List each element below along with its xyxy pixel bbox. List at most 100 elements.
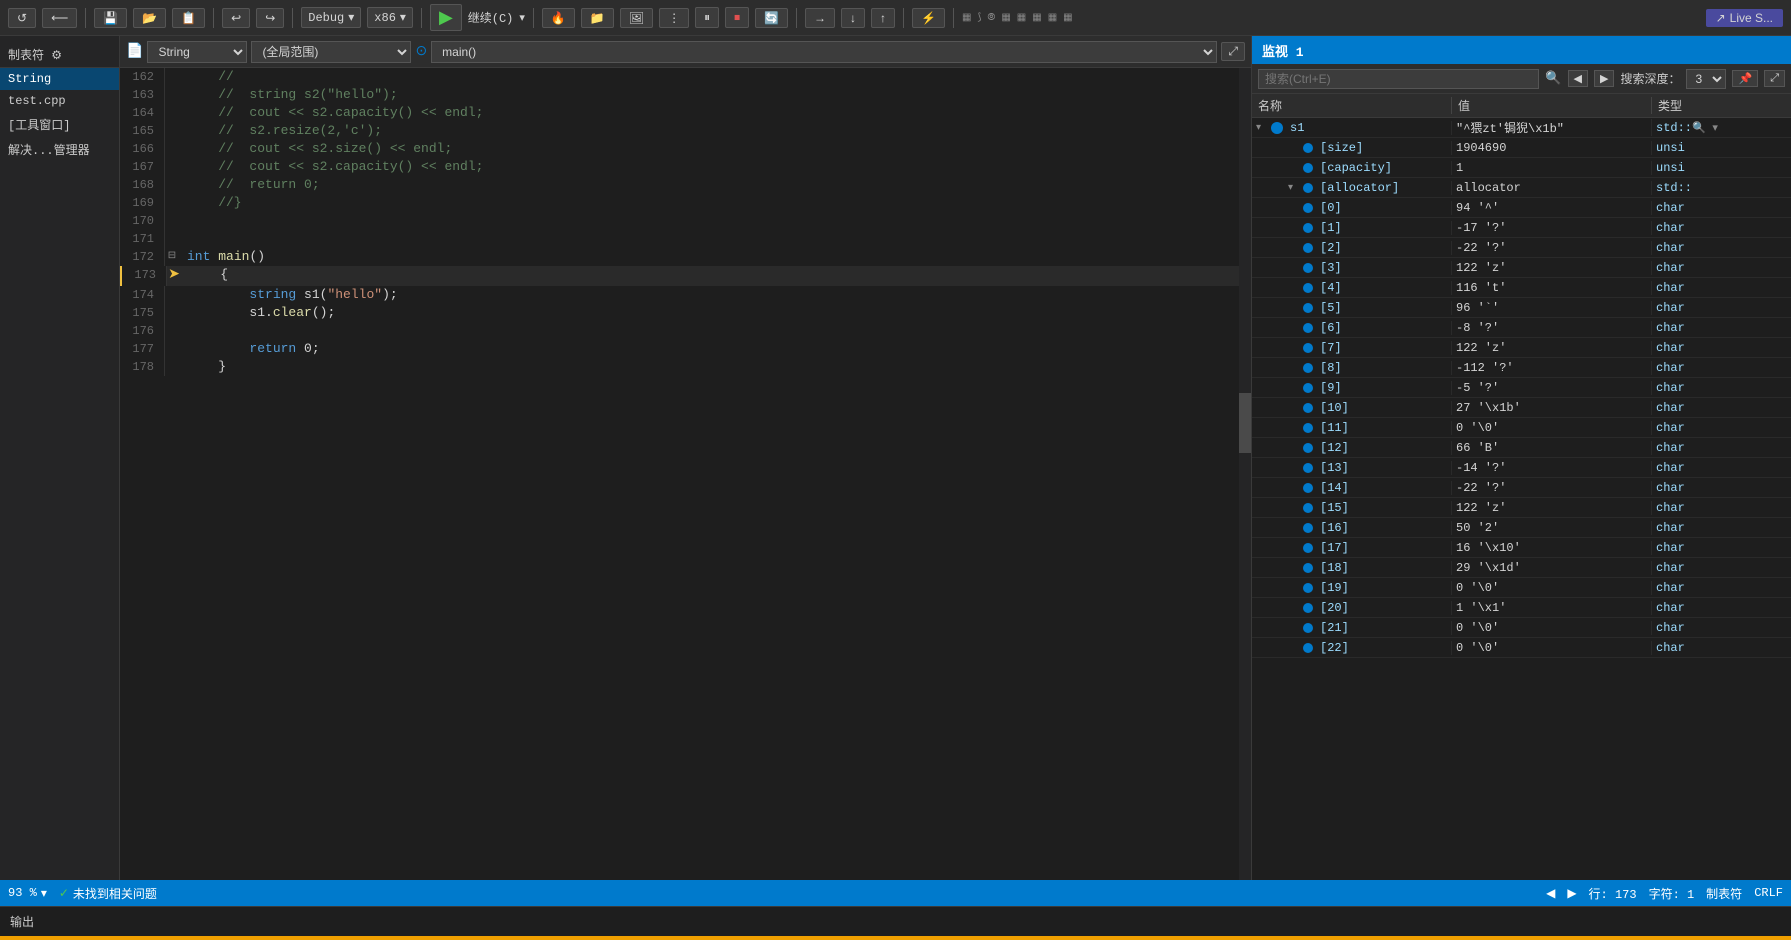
more-tools-btn[interactable]: ⚡ [912,8,945,28]
watch-row-search-icon-0[interactable]: 🔍 ▾ [1692,123,1722,135]
watch-row-26[interactable]: [22]0 '\0'char [1252,638,1791,658]
db-icon-5 [1303,223,1313,233]
watch-row-3[interactable]: ▾[allocator]allocatorstd:: [1252,178,1791,198]
watch-row-10[interactable]: [6]-8 '?'char [1252,318,1791,338]
watch-row-value-10: -8 '?' [1452,321,1652,335]
debug-dropdown[interactable]: Debug ▾ [301,7,361,28]
watch-row-11[interactable]: [7]122 'z'char [1252,338,1791,358]
minimap[interactable] [1239,68,1251,880]
expand-icon-3[interactable]: ▾ [1288,182,1300,194]
arch-chevron-icon: ▾ [400,10,406,25]
db-icon-0 [1271,122,1283,134]
watch-row-value-13: -5 '?' [1452,381,1652,395]
scroll-right[interactable]: ▶ [1567,886,1576,901]
save-btn[interactable]: 💾 [94,8,127,28]
watch-name-text-24: [20] [1320,601,1349,615]
folder-btn[interactable]: 📁 [581,8,614,28]
code-content[interactable]: 162 // 163 // string s2("hello"); 164 //… [120,68,1239,880]
code-line-165: 165 // s2.resize(2,'c'); [120,122,1239,140]
stop-btn[interactable]: ⏹ [725,7,749,28]
screenshot-btn[interactable]: 🖼 [620,8,653,28]
watch-row-6[interactable]: [2]-22 '?'char [1252,238,1791,258]
db-icon-12 [1303,363,1313,373]
watch-row-22[interactable]: [18]29 '\x1d'char [1252,558,1791,578]
watch-search-input[interactable] [1258,69,1539,89]
watch-row-5[interactable]: [1]-17 '?'char [1252,218,1791,238]
watch-name-text-12: [8] [1320,361,1342,375]
search-prev-btn[interactable]: ◀ [1568,70,1588,87]
watch-row-17[interactable]: [13]-14 '?'char [1252,458,1791,478]
code-line-175: 175 s1.clear(); [120,304,1239,322]
watch-row-24[interactable]: [20]1 '\x1'char [1252,598,1791,618]
fire-btn[interactable]: 🔥 [542,8,575,28]
watch-row-type-13: char [1652,381,1791,395]
watch-row-0[interactable]: ▾s1"^猥zt'锔猊\x1b"std::🔍 ▾ [1252,118,1791,138]
refresh-btn[interactable]: ↺ [8,8,36,28]
watch-row-16[interactable]: [12]66 'B'char [1252,438,1791,458]
sidebar-item-resolve[interactable]: 解决...管理器 [0,137,119,162]
search-next-btn[interactable]: ▶ [1594,70,1614,87]
watch-row-1[interactable]: [size]1904690unsi [1252,138,1791,158]
pause-btn[interactable]: ⏸ [695,7,719,28]
watch-row-20[interactable]: [16]50 '2'char [1252,518,1791,538]
sidebar-item-tool-window[interactable]: [工具窗口] [0,112,119,137]
watch-row-18[interactable]: [14]-22 '?'char [1252,478,1791,498]
no-issues-status: ✓ 未找到相关问题 [59,885,157,902]
code-line-178: 178 } [120,358,1239,376]
watch-row-type-24: char [1652,601,1791,615]
watch-row-4[interactable]: [0]94 '^'char [1252,198,1791,218]
sidebar-item-string[interactable]: String [0,68,119,90]
expand-icon-0[interactable]: ▾ [1256,122,1268,134]
dots-btn[interactable]: ⋮ [659,8,689,28]
watch-search-bar: 🔍 ◀ ▶ 搜索深度： 3 📌 ⤢ [1252,64,1791,94]
open-btn[interactable]: 📂 [133,8,166,28]
db-icon-1 [1303,143,1313,153]
restart-btn[interactable]: 🔄 [755,8,788,28]
watch-row-21[interactable]: [17]16 '\x10'char [1252,538,1791,558]
watch-row-name-12: [8] [1252,361,1452,375]
watch-row-19[interactable]: [15]122 'z'char [1252,498,1791,518]
scope-dropdown[interactable]: (全局范围) [251,41,411,63]
function-dropdown[interactable]: main() [431,41,1217,63]
watch-row-15[interactable]: [11]0 '\0'char [1252,418,1791,438]
watch-row-type-0: std::🔍 ▾ [1652,121,1791,135]
debug-chevron-icon: ▾ [348,10,354,25]
zoom-status[interactable]: 93 % ▾ [8,886,47,901]
watch-row-type-4: char [1652,201,1791,215]
watch-row-name-13: [9] [1252,381,1452,395]
step-into-btn[interactable]: ↓ [841,8,865,28]
watch-row-7[interactable]: [3]122 'z'char [1252,258,1791,278]
watch-row-14[interactable]: [10]27 '\x1b'char [1252,398,1791,418]
search-depth-select[interactable]: 3 [1686,69,1726,89]
watch-row-name-14: [10] [1252,401,1452,415]
undo-btn[interactable]: ↩ [222,8,250,28]
watch-row-9[interactable]: [5]96 '`'char [1252,298,1791,318]
watch-row-23[interactable]: [19]0 '\0'char [1252,578,1791,598]
watch-expand-btn[interactable]: ⤢ [1764,70,1785,87]
db-icon-15 [1303,423,1313,433]
continue-btn[interactable]: ▶ [430,4,462,31]
sidebar-item-test-cpp[interactable]: test.cpp [0,90,119,112]
minimap-thumb[interactable] [1239,393,1251,453]
watch-row-25[interactable]: [21]0 '\0'char [1252,618,1791,638]
live-share-btn[interactable]: ↗ Live S... [1706,9,1783,27]
output-bar[interactable]: 输出 [0,906,1791,936]
sidebar-item-test-label: test.cpp [8,94,66,108]
scroll-left[interactable]: ◀ [1546,886,1555,901]
watch-row-8[interactable]: [4]116 't'char [1252,278,1791,298]
continue-label: 继续(C) [468,9,514,26]
watch-row-name-20: [16] [1252,521,1452,535]
expand-btn[interactable]: ⤢ [1221,42,1245,61]
watch-rows[interactable]: ▾s1"^猥zt'锔猊\x1b"std::🔍 ▾[size]1904690uns… [1252,118,1791,880]
watch-row-13[interactable]: [9]-5 '?'char [1252,378,1791,398]
step-over-btn[interactable]: → [805,8,835,28]
back-btn[interactable]: ⟵ [42,8,77,28]
watch-row-12[interactable]: [8]-112 '?'char [1252,358,1791,378]
watch-pin-btn[interactable]: 📌 [1732,70,1758,87]
file-dropdown[interactable]: String [147,41,247,63]
step-out-btn[interactable]: ↑ [871,8,895,28]
save-all-btn[interactable]: 📋 [172,8,205,28]
watch-row-2[interactable]: [capacity]1unsi [1252,158,1791,178]
arch-dropdown[interactable]: x86 ▾ [367,7,413,28]
redo-btn[interactable]: ↪ [256,8,284,28]
